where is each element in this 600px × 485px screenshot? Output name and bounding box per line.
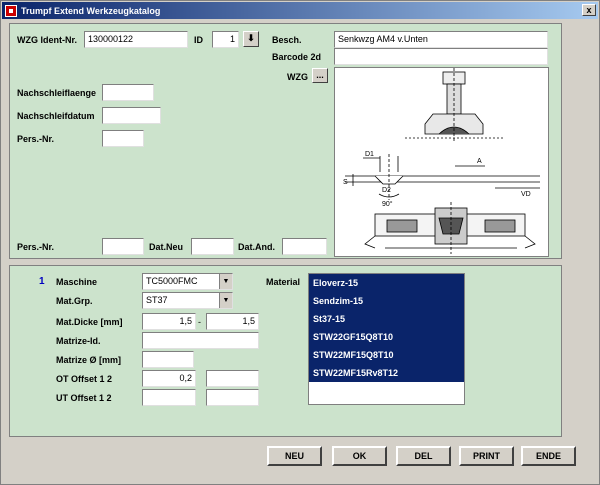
- nachschleiflaenge-label: Nachschleiflaenge: [17, 88, 97, 98]
- besch-field[interactable]: Senkwzg AM4 v.Unten: [334, 31, 548, 48]
- material-item[interactable]: St37-15: [309, 310, 464, 328]
- ut-offset-1-field[interactable]: [142, 389, 196, 406]
- matrize-d-label: Matrize Ø [mm]: [56, 355, 122, 365]
- nachschleiflaenge-field[interactable]: [102, 84, 154, 101]
- print-button[interactable]: PRINT: [459, 446, 514, 466]
- material-item[interactable]: Sendzim-15: [309, 292, 464, 310]
- barcode-field[interactable]: [334, 48, 548, 65]
- drawing-label-a: A: [477, 158, 482, 165]
- id-field[interactable]: 1: [212, 31, 239, 48]
- matrize-d-field[interactable]: [142, 351, 194, 368]
- id-down-button[interactable]: ⬇: [243, 31, 259, 47]
- matgrp-value: ST37: [146, 295, 168, 305]
- maschine-select[interactable]: TC5000FMC ▼: [142, 273, 233, 290]
- app-window: Trumpf Extend Werkzeugkatalog x WZG Iden…: [0, 0, 600, 485]
- id-label: ID: [194, 35, 203, 45]
- ident-label: WZG Ident-Nr.: [17, 35, 77, 45]
- drawing-label-d2: D2: [382, 187, 391, 194]
- matrize-id-field[interactable]: [142, 332, 259, 349]
- machine-record-panel: [9, 265, 562, 437]
- material-item[interactable]: STW22MF15Rv8T12: [309, 364, 464, 382]
- window-title: Trumpf Extend Werkzeugkatalog: [21, 5, 161, 16]
- app-icon: [5, 4, 17, 17]
- nachschleifdatum-field[interactable]: [102, 107, 161, 124]
- drawing-label-s: S: [343, 179, 348, 186]
- ok-button[interactable]: OK: [332, 446, 387, 466]
- tool-drawing-svg: D1 D2 A S VD 90°: [343, 68, 540, 254]
- matgrp-label: Mat.Grp.: [56, 296, 93, 306]
- matgrp-select[interactable]: ST37 ▼: [142, 292, 233, 309]
- ut-offset-label: UT Offset 1 2: [56, 393, 112, 403]
- del-button[interactable]: DEL: [396, 446, 451, 466]
- record-number: 1: [39, 276, 45, 287]
- dat-and-label: Dat.And.: [238, 242, 275, 252]
- material-list[interactable]: Eloverz-15 Sendzim-15 St37-15 STW22GF15Q…: [308, 273, 465, 405]
- matdicke-label: Mat.Dicke [mm]: [56, 317, 123, 327]
- wzg-label: WZG: [287, 72, 308, 82]
- material-item[interactable]: STW22MF15Q8T10: [309, 346, 464, 364]
- ot-offset-2-field[interactable]: [206, 370, 259, 387]
- barcode-label: Barcode 2d: [272, 52, 322, 62]
- chevron-down-icon[interactable]: ▼: [219, 274, 232, 289]
- ot-offset-label: OT Offset 1 2: [56, 374, 113, 384]
- material-item[interactable]: STW22GF15Q8T10: [309, 328, 464, 346]
- ende-button[interactable]: ENDE: [521, 446, 576, 466]
- dat-and-field[interactable]: [282, 238, 327, 255]
- wzg-browse-button[interactable]: ...: [312, 68, 328, 83]
- pers-nr2-field[interactable]: [102, 238, 144, 255]
- matdicke-to-field[interactable]: 1,5: [206, 313, 259, 330]
- matdicke-separator: -: [198, 317, 201, 327]
- ot-offset-1-field[interactable]: 0,2: [142, 370, 196, 387]
- neu-button[interactable]: NEU: [267, 446, 322, 466]
- nachschleifdatum-label: Nachschleifdatum: [17, 111, 95, 121]
- drawing-label-vd: VD: [521, 191, 531, 198]
- besch-label: Besch.: [272, 35, 302, 45]
- material-label: Material: [266, 277, 301, 287]
- tool-drawing: D1 D2 A S VD 90°: [334, 67, 549, 257]
- pers-nr-label: Pers.-Nr.: [17, 134, 55, 144]
- maschine-value: TC5000FMC: [146, 276, 198, 286]
- drawing-label-d1: D1: [365, 151, 374, 158]
- ut-offset-2-field[interactable]: [206, 389, 259, 406]
- matdicke-from-field[interactable]: 1,5: [142, 313, 196, 330]
- title-bar: Trumpf Extend Werkzeugkatalog x: [2, 2, 598, 19]
- drawing-label-angle: 90°: [382, 200, 393, 208]
- pers-nr2-label: Pers.-Nr.: [17, 242, 55, 252]
- close-button[interactable]: x: [582, 4, 596, 16]
- chevron-down-icon[interactable]: ▼: [219, 293, 232, 308]
- dat-neu-field[interactable]: [191, 238, 234, 255]
- pers-nr-field[interactable]: [102, 130, 144, 147]
- material-item[interactable]: Eloverz-15: [309, 274, 464, 292]
- dat-neu-label: Dat.Neu: [149, 242, 184, 252]
- maschine-label: Maschine: [56, 277, 98, 287]
- arrow-down-icon: ⬇: [247, 33, 255, 43]
- ident-field[interactable]: 130000122: [84, 31, 188, 48]
- matrize-id-label: Matrize-Id.: [56, 336, 101, 346]
